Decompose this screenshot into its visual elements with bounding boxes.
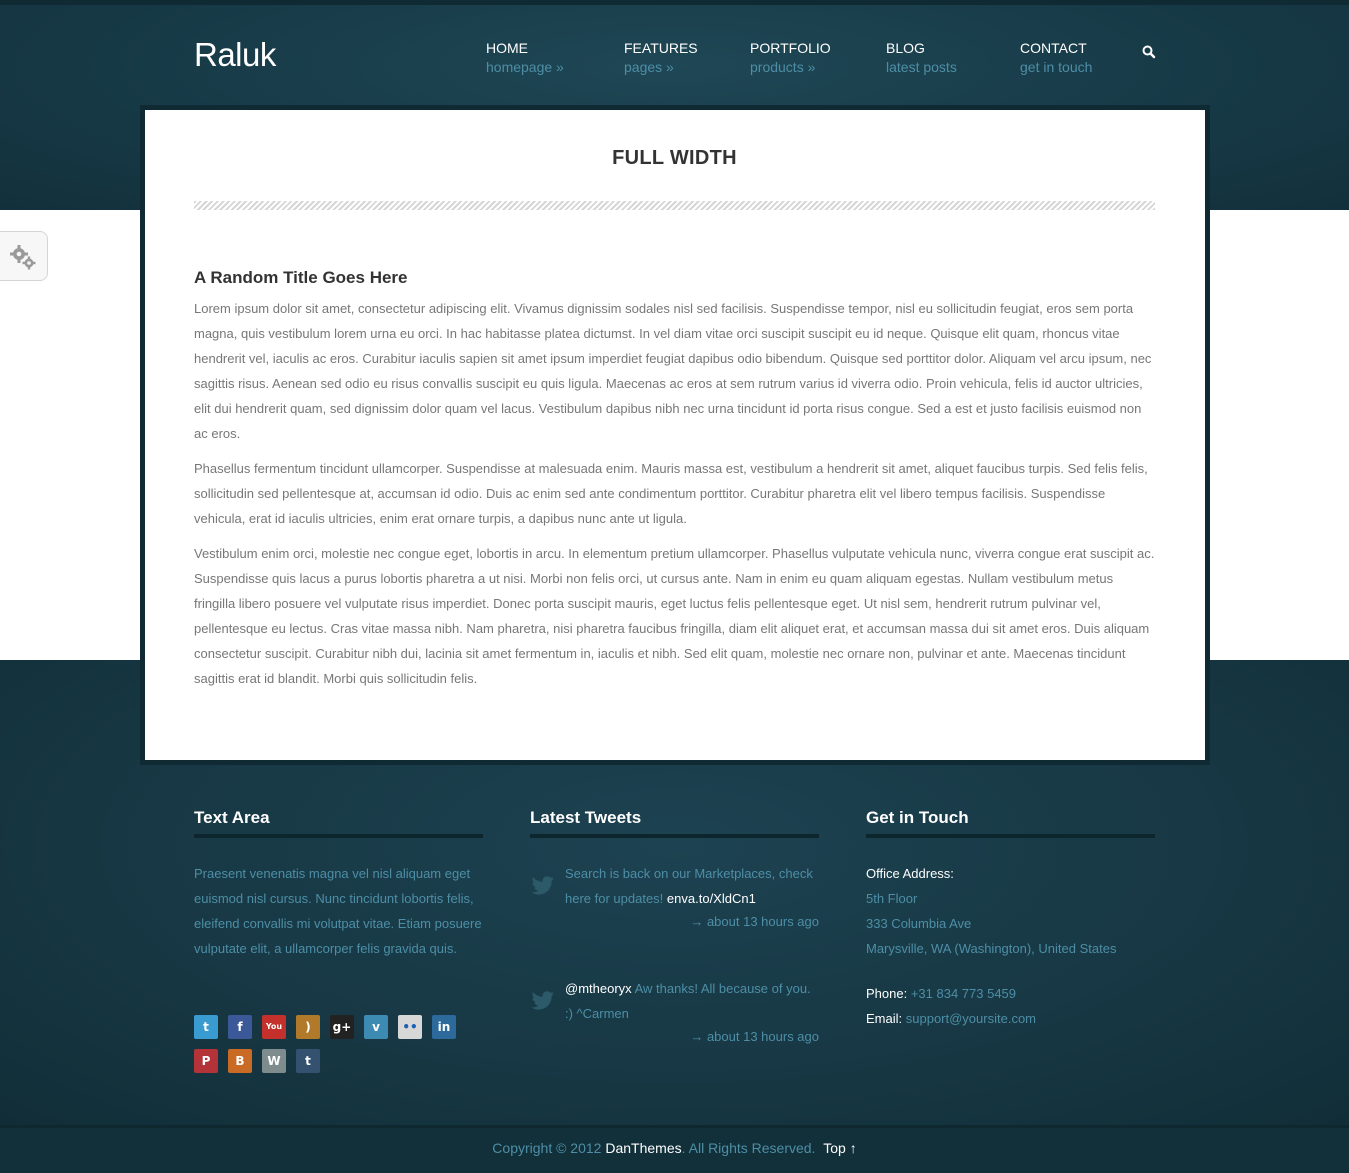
rights-text: . All Rights Reserved.: [681, 1140, 816, 1156]
address-line: 5th Floor: [866, 891, 918, 906]
tweet-text: @mtheoryx Aw thanks! All because of you.…: [565, 976, 819, 1026]
body-paragraph: Lorem ipsum dolor sit amet, consectetur …: [194, 301, 1152, 441]
nav-item-subtitle: pages »: [624, 59, 674, 75]
email-link[interactable]: support@yoursite.com: [906, 1011, 1036, 1026]
nav-item-subtitle: homepage »: [486, 59, 564, 75]
tweet-timestamp[interactable]: → about 13 hours ago: [565, 914, 819, 929]
office-address-label: Office Address:: [866, 866, 954, 881]
phone-line: Phone: +31 834 773 5459: [866, 981, 1016, 1006]
phone-number: +31 834 773 5459: [910, 986, 1017, 1001]
title-divider: [194, 201, 1155, 210]
gears-icon: [10, 245, 36, 270]
tumblr-icon[interactable]: t: [296, 1049, 320, 1073]
settings-panel-toggle[interactable]: [0, 231, 48, 281]
footer-divider: [866, 834, 1155, 838]
nav-item-subtitle: get in touch: [1020, 59, 1093, 75]
vimeo-icon[interactable]: v: [364, 1015, 388, 1039]
footer-text-area-body: Praesent venenatis magna vel nisl aliqua…: [194, 866, 482, 956]
address-line: 333 Columbia Ave: [866, 916, 972, 931]
footer-divider: [194, 834, 483, 838]
nav-item-title: HOME: [486, 40, 528, 56]
copyright-bar: Copyright © 2012 DanThemes. All Rights R…: [0, 1140, 1349, 1156]
nav-item-contact[interactable]: CONTACT get in touch: [1020, 40, 1092, 77]
nav-item-title: FEATURES: [624, 40, 698, 56]
nav-item-subtitle: products »: [750, 59, 816, 75]
linkedin-icon[interactable]: in: [432, 1015, 456, 1039]
twitter-bird-icon: [531, 876, 555, 896]
brand-link[interactable]: DanThemes: [605, 1140, 681, 1156]
tweet-timestamp[interactable]: → about 13 hours ago: [565, 1029, 819, 1044]
copyright-text: Copyright © 2012: [492, 1140, 602, 1156]
nav-item-home[interactable]: HOME homepage »: [486, 40, 564, 77]
body-paragraph: Phasellus fermentum tincidunt ullamcorpe…: [194, 461, 1148, 526]
rss-icon[interactable]: ): [296, 1015, 320, 1039]
twitter-icon[interactable]: t: [194, 1015, 218, 1039]
pinterest-icon[interactable]: P: [194, 1049, 218, 1073]
email-line: Email: support@yoursite.com: [866, 1006, 1036, 1031]
flickr-icon[interactable]: ••: [398, 1015, 422, 1039]
section-title: A Random Title Goes Here: [194, 268, 408, 287]
email-label: Email:: [866, 1011, 903, 1026]
footer-tweets-title: Latest Tweets: [530, 808, 642, 827]
back-to-top-link[interactable]: Top ↑: [823, 1140, 856, 1156]
search-icon[interactable]: [1141, 44, 1157, 60]
nav-item-title: BLOG: [886, 40, 925, 56]
address-line: Marysville, WA (Washington), United Stat…: [866, 941, 1117, 956]
body-paragraph: Vestibulum enim orci, molestie nec congu…: [194, 546, 1155, 686]
nav-item-portfolio[interactable]: PORTFOLIO products »: [750, 40, 831, 77]
nav-item-features[interactable]: FEATURES pages »: [624, 40, 698, 77]
tweet-handle[interactable]: @mtheoryx: [565, 981, 632, 996]
tweet-link[interactable]: enva.to/XldCn1: [667, 891, 756, 906]
youtube-icon[interactable]: You: [262, 1015, 286, 1039]
nav-item-blog[interactable]: BLOG latest posts: [886, 40, 957, 77]
site-logo[interactable]: Raluk: [194, 36, 276, 74]
tweet-text: Search is back on our Marketplaces, chec…: [565, 861, 819, 911]
nav-item-title: PORTFOLIO: [750, 40, 831, 56]
nav-item-subtitle: latest posts: [886, 59, 957, 75]
page-title: FULL WIDTH: [612, 147, 737, 169]
facebook-icon[interactable]: f: [228, 1015, 252, 1039]
twitter-bird-icon: [531, 991, 555, 1011]
phone-label: Phone:: [866, 986, 908, 1001]
blogger-icon[interactable]: B: [228, 1049, 252, 1073]
footer-contact-title: Get in Touch: [866, 808, 969, 827]
footer-text-area-title: Text Area: [194, 808, 270, 827]
nav-item-title: CONTACT: [1020, 40, 1087, 56]
google-plus-icon[interactable]: g+: [330, 1015, 354, 1039]
footer-divider: [530, 834, 819, 838]
wordpress-icon[interactable]: W: [262, 1049, 286, 1073]
